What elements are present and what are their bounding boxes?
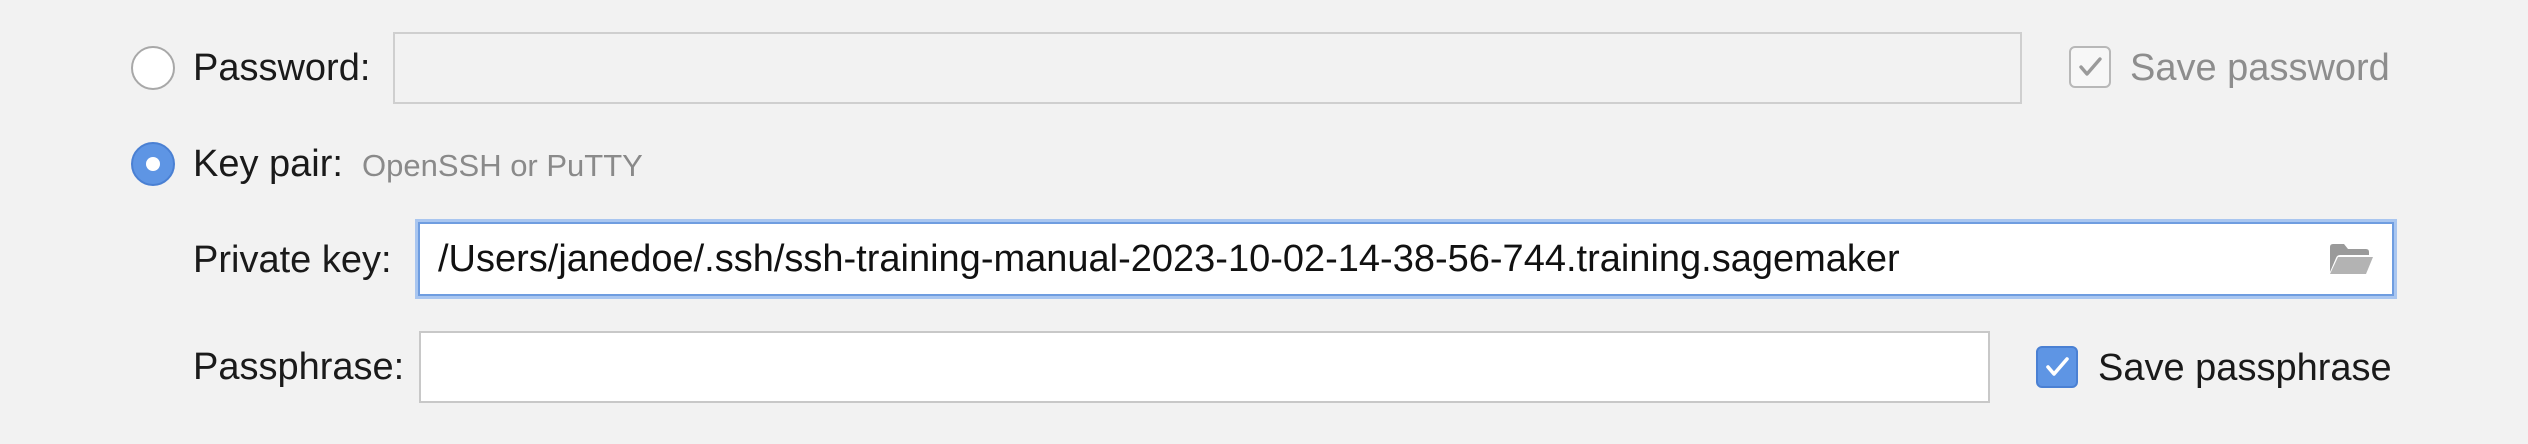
private-key-label: Private key: — [193, 239, 392, 281]
private-key-value: /Users/janedoe/.ssh/ssh-training-manual-… — [438, 237, 1900, 280]
checkmark-icon — [2046, 357, 2069, 376]
password-label: Password: — [193, 47, 371, 89]
save-password-label: Save password — [2130, 47, 2390, 89]
key-pair-radio[interactable] — [131, 142, 175, 186]
save-passphrase-checkbox[interactable] — [2036, 346, 2078, 388]
private-key-field[interactable]: /Users/janedoe/.ssh/ssh-training-manual-… — [418, 222, 2394, 296]
password-field[interactable] — [393, 32, 2022, 104]
checkmark-icon — [2079, 57, 2102, 76]
password-radio[interactable] — [131, 46, 175, 90]
save-passphrase-label: Save passphrase — [2098, 347, 2392, 389]
passphrase-label: Passphrase: — [193, 346, 405, 388]
key-pair-label: Key pair: — [193, 143, 343, 185]
save-password-checkbox[interactable] — [2069, 46, 2111, 88]
passphrase-field[interactable] — [419, 331, 1990, 403]
key-pair-hint: OpenSSH or PuTTY — [362, 148, 643, 183]
folder-open-icon[interactable] — [2328, 241, 2374, 277]
